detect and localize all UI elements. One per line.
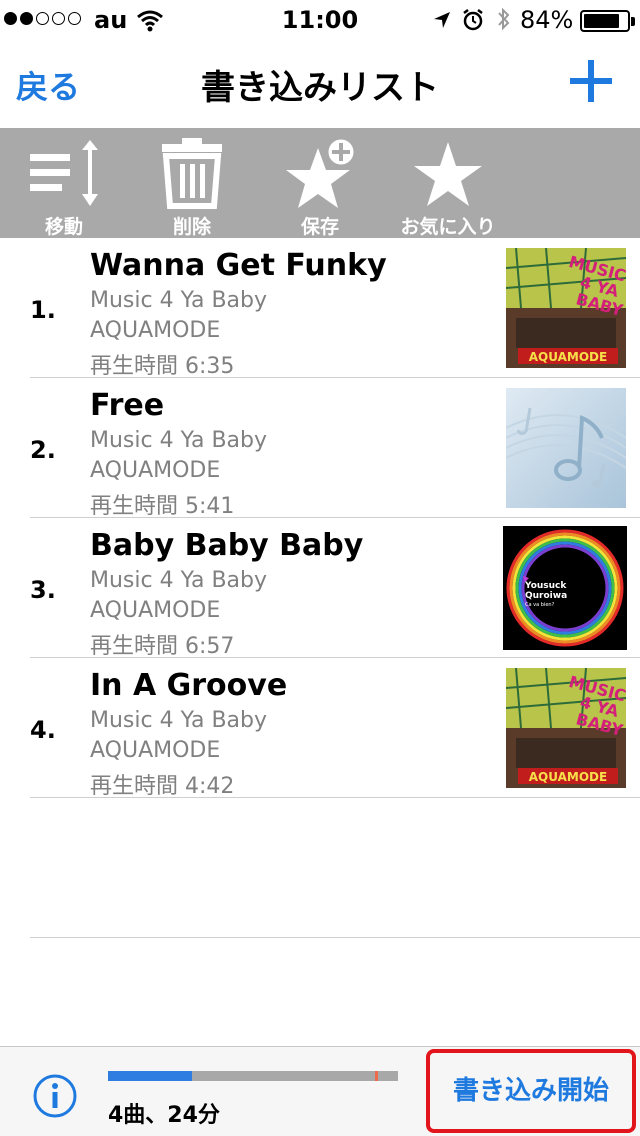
- track-duration: 再生時間 5:41: [90, 494, 235, 519]
- music-note-artwork: [506, 388, 626, 508]
- track-duration: 再生時間 6:57: [90, 634, 235, 659]
- cover-artist-2: Quroiwa: [525, 591, 567, 601]
- track-row[interactable]: 1. Wanna Get Funky Music 4 Ya Baby AQUAM…: [0, 238, 640, 379]
- progress-fill: [108, 1071, 192, 1081]
- favorite-button[interactable]: お気に入り: [388, 128, 508, 238]
- track-row[interactable]: 4. In A Groove Music 4 Ya Baby AQUAMODE …: [0, 658, 640, 799]
- toolbar-label-favorite: お気に入り: [400, 216, 496, 238]
- track-artist: AQUAMODE: [90, 318, 221, 343]
- toolbar-label-delete: 削除: [172, 216, 211, 238]
- cover-brand: AQUAMODE: [529, 770, 607, 784]
- track-duration: 再生時間 4:42: [90, 774, 235, 799]
- track-album: Music 4 Ya Baby: [90, 428, 268, 453]
- track-duration: 再生時間 6:35: [90, 354, 235, 379]
- cover-artist: Yousuck: [524, 581, 567, 591]
- page-title: 書き込みリスト: [201, 68, 439, 108]
- track-artist: AQUAMODE: [90, 598, 221, 623]
- battery-icon: [580, 10, 630, 32]
- status-bar: au 11:00 84%: [0, 0, 640, 40]
- battery-percent: 84%: [520, 6, 574, 34]
- progress-marker: [375, 1071, 378, 1081]
- info-icon[interactable]: [32, 1073, 78, 1119]
- cover-brand: AQUAMODE: [529, 350, 607, 364]
- star-icon: [414, 142, 482, 206]
- bluetooth-icon: [498, 7, 510, 31]
- track-artist: AQUAMODE: [90, 738, 221, 763]
- track-list: 1. Wanna Get Funky Music 4 Ya Baby AQUAM…: [0, 238, 640, 938]
- track-row[interactable]: 3. Baby Baby Baby Music 4 Ya Baby AQUAMO…: [0, 518, 640, 659]
- track-title: Baby Baby Baby: [90, 528, 364, 563]
- track-number: 4.: [30, 716, 56, 744]
- trash-icon: [162, 138, 222, 209]
- track-row[interactable]: 2. Free Music 4 Ya Baby AQUAMODE 再生時間 5:…: [0, 378, 640, 519]
- album-artwork: MUSIC 4 YA BABY AQUAMODE: [506, 668, 626, 788]
- bottom-bar: 4曲、24分 書き込み開始: [0, 1046, 640, 1136]
- rainbow-ring-artwork: Yousuck Quroiwa Ca va bien?: [503, 526, 627, 650]
- delete-button[interactable]: 削除: [132, 128, 252, 238]
- toolbar-label-save: 保存: [300, 216, 339, 238]
- start-write-button[interactable]: 書き込み開始: [426, 1049, 636, 1133]
- album-artwork: MUSIC 4 YA BABY AQUAMODE: [506, 248, 626, 368]
- track-title: In A Groove: [90, 668, 288, 703]
- star-plus-icon: [286, 136, 357, 208]
- cover-subtitle: Ca va bien?: [525, 602, 555, 608]
- track-album: Music 4 Ya Baby: [90, 708, 268, 733]
- capacity-progress-bar: [108, 1071, 398, 1081]
- track-title: Wanna Get Funky: [90, 248, 387, 283]
- plus-icon[interactable]: [568, 58, 614, 104]
- track-number: 3.: [30, 576, 56, 604]
- alarm-clock-icon: [463, 9, 483, 31]
- move-button[interactable]: 移動: [4, 128, 124, 238]
- track-number: 2.: [30, 436, 56, 464]
- track-album: Music 4 Ya Baby: [90, 288, 268, 313]
- track-summary: 4曲、24分: [108, 1103, 220, 1128]
- track-number: 1.: [30, 296, 56, 324]
- save-button[interactable]: 保存: [260, 128, 380, 238]
- track-album: Music 4 Ya Baby: [90, 568, 268, 593]
- toolbar-label-move: 移動: [44, 216, 83, 238]
- navigation-bar: 戻る 書き込みリスト: [0, 40, 640, 128]
- action-toolbar: 移動 削除 保存 お気に入り: [0, 128, 640, 238]
- track-artist: AQUAMODE: [90, 458, 221, 483]
- location-arrow-icon: [434, 12, 450, 28]
- track-title: Free: [90, 388, 165, 423]
- empty-list-row: [0, 798, 640, 938]
- reorder-icon: [30, 140, 98, 206]
